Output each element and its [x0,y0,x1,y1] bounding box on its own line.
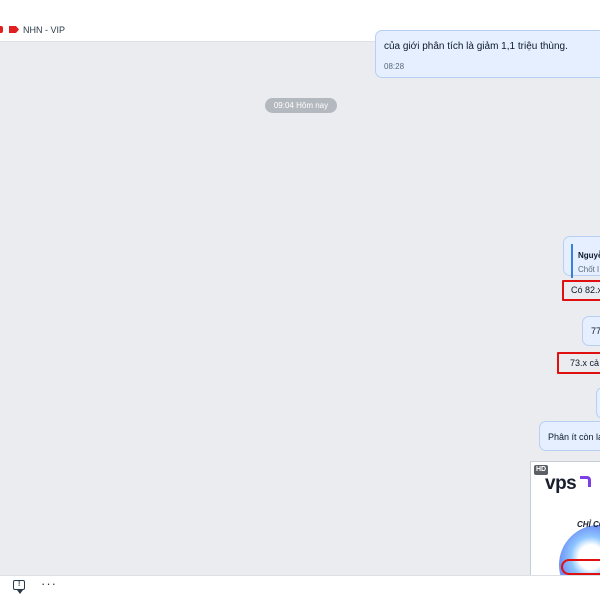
highlighted-message[interactable]: Có 82.x [562,280,600,301]
message-bubble[interactable]: Phân ít còn lại [539,421,600,451]
tag-icon[interactable] [9,26,19,33]
message-text: Phân ít còn lại [548,432,600,442]
conversation-tag-label[interactable]: NHN - VIP [23,25,65,35]
date-separator: 09:04 Hôm nay [265,98,337,113]
message-text: 77 [591,326,600,336]
message-time: 08:28 [384,62,405,71]
message-text: Có 82.x [571,285,600,295]
header-edge-marker [0,26,3,33]
message-text: của giới phân tích là giảm 1,1 triệu thù… [384,41,568,52]
vps-logo-mark-icon [580,476,591,487]
more-horizontal-icon[interactable]: ··· [41,577,57,590]
reply-message-bubble[interactable]: Nguyễ Chốt l [563,236,600,278]
chat-footer: ! ··· [0,575,600,600]
vps-logo: vps [545,473,577,494]
message-bubble[interactable] [596,387,600,419]
message-bubble[interactable]: của giới phân tích là giảm 1,1 triệu thù… [375,30,600,78]
highlighted-message[interactable]: 73.x cả [557,352,600,374]
message-alert-icon[interactable]: ! [13,580,25,594]
message-bubble[interactable]: 77 [582,316,600,346]
quote-bar [571,244,573,278]
quote-text: Chốt l [578,265,599,274]
message-text: 73.x cả [570,358,600,368]
quote-author: Nguyễ [578,251,600,260]
image-highlight [561,559,600,575]
image-caption: CHỈ CÔ [577,520,600,529]
